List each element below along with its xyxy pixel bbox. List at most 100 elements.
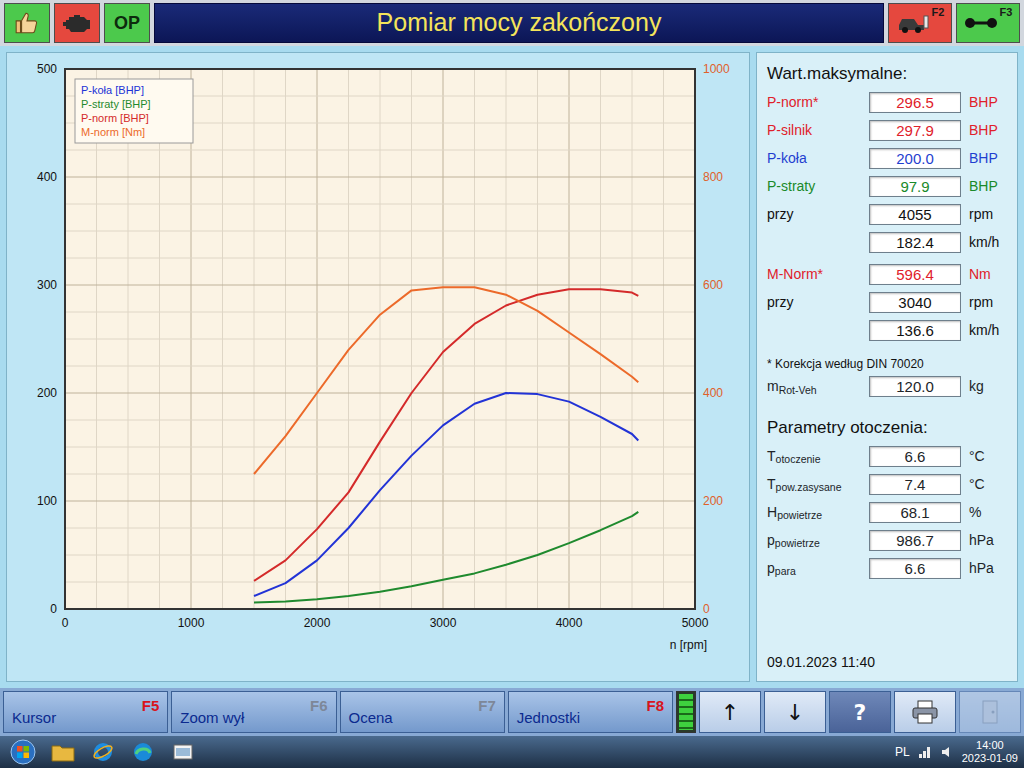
engine-icon xyxy=(62,11,92,35)
unit-label: BHP xyxy=(969,120,1007,141)
function-label: Jednostki xyxy=(517,707,580,730)
value-row: P-koła200.0BHP xyxy=(767,147,1007,171)
meter-fill xyxy=(679,694,693,730)
x-tick: 2000 xyxy=(304,616,331,630)
function-label: Kursor xyxy=(12,707,56,730)
thumbs-icon xyxy=(14,10,40,36)
printer-button[interactable] xyxy=(894,691,956,733)
label-text: T xyxy=(767,476,776,492)
clock-time: 14:00 xyxy=(962,739,1018,752)
edge-icon xyxy=(132,741,154,763)
thumbs-button[interactable] xyxy=(4,3,50,43)
op-button[interactable]: OP xyxy=(104,3,150,43)
y-right-tick: 1000 xyxy=(703,62,730,76)
arrow-button[interactable]: ↓ xyxy=(764,691,826,733)
label-subscript: pow.zasysane xyxy=(776,481,842,493)
function-key[interactable]: Zoom wyłF6 xyxy=(171,691,336,733)
power-chart: 0100020003000400050000100200300400500020… xyxy=(7,53,743,679)
unit-label: km/h xyxy=(969,320,1007,341)
label-text: p xyxy=(767,560,775,576)
hotkey-label: F3 xyxy=(1000,4,1013,21)
row-label: P-silnik xyxy=(767,120,861,141)
function-key[interactable]: Jednostki F8 xyxy=(508,691,673,733)
printer-icon xyxy=(910,699,940,725)
help-button[interactable]: ? xyxy=(829,691,891,733)
unit-label: hPa xyxy=(969,530,1007,551)
start-icon xyxy=(10,739,36,765)
label-text: przy xyxy=(767,206,793,222)
label-text: T xyxy=(767,448,776,464)
y-right-tick: 800 xyxy=(703,170,723,184)
value-field: 596.4 xyxy=(869,264,961,285)
section-title: Wart.maksymalne: xyxy=(767,61,1007,87)
value-row: Hpowietrze68.1% xyxy=(767,500,1007,524)
value-row: Tpow.zasysane7.4°C xyxy=(767,472,1007,496)
row-label: ppara xyxy=(767,558,861,579)
language-indicator[interactable]: PL xyxy=(895,743,910,761)
network-icon xyxy=(918,745,932,759)
value-field: 68.1 xyxy=(869,502,961,523)
taskbar-app[interactable] xyxy=(126,738,160,766)
unit-label: hPa xyxy=(969,558,1007,579)
y-right-tick: 400 xyxy=(703,386,723,400)
label-subscript: powietrze xyxy=(777,509,822,521)
function-label: Zoom wył xyxy=(180,707,244,730)
label-text: p xyxy=(767,532,775,548)
button-label: ↓ xyxy=(786,696,804,729)
taskbar-app[interactable] xyxy=(166,738,200,766)
legend-item: P-norm [BHP] xyxy=(81,112,149,124)
value-field: 6.6 xyxy=(869,558,961,579)
taskbar-app[interactable] xyxy=(46,738,80,766)
row-label: Totoczenie xyxy=(767,446,861,467)
car-button[interactable]: F2 xyxy=(888,3,952,43)
value-row: P-silnik 297.9 BHP xyxy=(767,119,1007,143)
unit-label: BHP xyxy=(969,148,1007,169)
value-field: 3040 xyxy=(869,292,961,313)
value-row: przy3040rpm xyxy=(767,291,1007,315)
ambient-group: Totoczenie6.6°CTpow.zasysane7.4°CHpowiet… xyxy=(767,444,1007,580)
y-left-tick: 0 xyxy=(50,602,57,616)
hotkey-label: F5 xyxy=(142,695,160,718)
value-field: 296.5 xyxy=(869,92,961,113)
value-field: 136.6 xyxy=(869,320,961,341)
axle-button[interactable]: F3 xyxy=(956,3,1020,43)
value-field: 297.9 xyxy=(869,120,961,141)
speaker-icon xyxy=(940,745,954,759)
x-axis-label: n [rpm] xyxy=(670,638,707,652)
row-label: ppowietrze xyxy=(767,530,861,551)
legend xyxy=(75,79,193,143)
value-field: 6.6 xyxy=(869,446,961,467)
label-subscript: otoczenie xyxy=(776,453,821,465)
taskbar-app[interactable] xyxy=(86,738,120,766)
grid xyxy=(65,69,695,609)
taskbar: PL 14:002023-01-09 xyxy=(0,736,1024,768)
unit-label: km/h xyxy=(969,232,1007,253)
value-row: M-Norm*596.4Nm xyxy=(767,263,1007,287)
x-tick: 0 xyxy=(62,616,69,630)
y-right-tick: 0 xyxy=(703,602,710,616)
clock[interactable]: 14:002023-01-09 xyxy=(962,739,1018,765)
label-text: m xyxy=(767,378,779,394)
row-label: przy xyxy=(767,292,861,313)
function-key[interactable]: OcenaF7 xyxy=(340,691,505,733)
start-button[interactable] xyxy=(6,738,40,766)
arrow-button[interactable]: ↑ xyxy=(699,691,761,733)
value-row: mRot-Veh120.0kg xyxy=(767,375,1007,399)
value-group: P-norm*296.5BHPP-silnik297.9BHPP-koła200… xyxy=(767,91,1007,255)
engine-button[interactable] xyxy=(54,3,100,43)
exit-button[interactable] xyxy=(959,691,1021,733)
value-field: 7.4 xyxy=(869,474,961,495)
label-text: P-norm* xyxy=(767,94,818,110)
row-label: P-straty xyxy=(767,176,861,197)
function-label: Ocena xyxy=(349,707,393,730)
clock-date: 2023-01-09 xyxy=(962,752,1018,765)
value-field: 986.7 xyxy=(869,530,961,551)
label-subscript: para xyxy=(775,565,796,577)
chart-panel: 0100020003000400050000100200300400500020… xyxy=(6,52,750,682)
status-meter xyxy=(676,691,696,733)
axle-icon xyxy=(964,13,998,33)
function-key[interactable]: Kursor F5 xyxy=(3,691,168,733)
x-tick: 1000 xyxy=(178,616,205,630)
hotkey-label: F8 xyxy=(646,695,664,718)
unit-label: °C xyxy=(969,446,1007,467)
